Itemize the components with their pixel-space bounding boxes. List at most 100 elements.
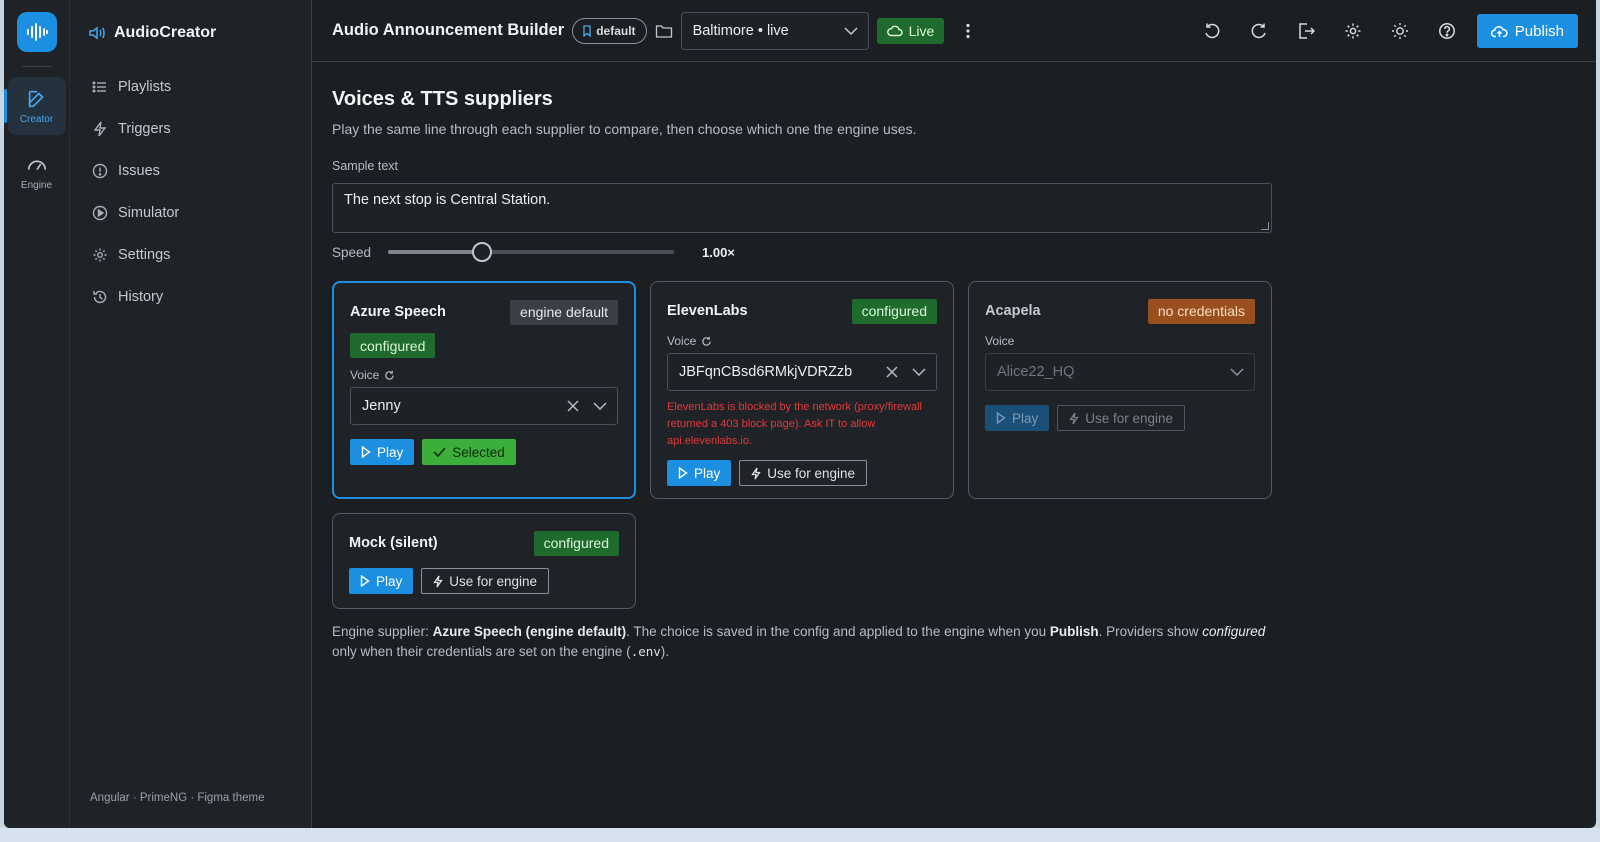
sample-text-value: The next stop is Central Station. <box>344 192 551 208</box>
speed-slider-fill <box>388 250 483 254</box>
export-icon[interactable] <box>1283 12 1330 50</box>
sidebar: AudioCreator Playlists Triggers Issues S… <box>70 0 312 828</box>
bolt-icon <box>433 575 444 588</box>
supplier-card-azure[interactable]: Azure Speech engine default configured V… <box>332 281 636 499</box>
rail-item-label: Engine <box>20 179 53 191</box>
voice-select[interactable]: Jenny <box>350 387 618 425</box>
note-text: . The choice is saved in the config and … <box>626 624 1050 639</box>
play-label: Play <box>694 465 721 481</box>
engine-default-badge: engine default <box>510 299 618 325</box>
speed-slider-thumb[interactable] <box>472 242 493 262</box>
voice-value: Jenny <box>362 398 401 414</box>
note-env-file: .env <box>630 644 661 659</box>
voice-label: Voice <box>350 368 380 382</box>
play-icon <box>678 467 688 479</box>
rail-item-creator[interactable]: Creator <box>4 77 66 135</box>
history-icon <box>92 289 108 305</box>
brand-name: AudioCreator <box>114 24 217 41</box>
supplier-card-elevenlabs[interactable]: ElevenLabs configured Voice JBFqnCBsd6RM… <box>650 281 954 499</box>
speed-slider[interactable] <box>388 242 674 262</box>
sidebar-footer: Angular · PrimeNG · Figma theme <box>90 792 265 804</box>
use-for-engine-button[interactable]: Use for engine <box>421 568 550 594</box>
play-label: Play <box>1012 410 1039 426</box>
sidebar-item-label: Settings <box>118 247 171 263</box>
more-vertical-icon[interactable] <box>960 23 976 39</box>
refresh-icon[interactable] <box>384 370 395 381</box>
chevron-down-icon[interactable] <box>593 402 607 410</box>
sidebar-item-issues[interactable]: Issues <box>70 150 311 192</box>
play-label: Play <box>377 444 404 460</box>
use-for-engine-button[interactable]: Use for engine <box>739 460 868 486</box>
use-for-engine-button: Use for engine <box>1057 405 1186 431</box>
voice-label: Voice <box>985 334 1015 348</box>
cloud-icon <box>886 25 903 37</box>
theme-sun-icon[interactable] <box>1377 12 1424 50</box>
sidebar-item-triggers[interactable]: Triggers <box>70 108 311 150</box>
gauge-icon <box>26 154 48 176</box>
help-icon[interactable] <box>1424 12 1471 50</box>
note-text: ). <box>660 644 670 659</box>
sidebar-item-label: Simulator <box>118 205 180 221</box>
voice-value: Alice22_HQ <box>997 364 1075 380</box>
selected-label: Selected <box>452 444 505 460</box>
resize-handle-icon[interactable] <box>1261 222 1269 230</box>
play-icon <box>360 575 370 587</box>
content: Voices & TTS suppliers Play the same lin… <box>312 62 1596 828</box>
note-engine-name: Azure Speech (engine default) <box>432 624 627 639</box>
branch-pill[interactable]: default <box>572 17 647 44</box>
refresh-icon[interactable] <box>701 336 712 347</box>
play-icon <box>996 412 1006 424</box>
speed-control: Speed 1.00× <box>332 242 1596 262</box>
environment-select[interactable]: Baltimore • live <box>680 11 869 50</box>
play-button[interactable]: Play <box>349 568 414 594</box>
note-text: . Providers show <box>1098 624 1203 639</box>
play-button[interactable]: Play <box>350 439 415 465</box>
cloud-upload-icon <box>1490 25 1508 38</box>
sidebar-item-settings[interactable]: Settings <box>70 234 311 276</box>
redo-icon[interactable] <box>1236 12 1283 50</box>
voice-value: JBFqnCBsd6RMkjVDRZzb <box>679 364 853 380</box>
publish-button[interactable]: Publish <box>1476 14 1578 48</box>
chevron-down-icon <box>1230 368 1244 376</box>
play-button[interactable]: Play <box>667 460 732 486</box>
main-area: Audio Announcement Builder default Balti… <box>312 0 1596 828</box>
settings-icon[interactable] <box>1330 12 1377 50</box>
publish-label: Publish <box>1514 22 1564 40</box>
supplier-name: Mock (silent) <box>349 535 438 551</box>
speed-value: 1.00× <box>702 244 735 260</box>
folder-icon[interactable] <box>655 23 673 39</box>
sidebar-item-history[interactable]: History <box>70 276 311 318</box>
rail-item-label: Creator <box>19 113 54 125</box>
alert-circle-icon <box>92 163 108 179</box>
engine-supplier-note: Engine supplier: Azure Speech (engine de… <box>332 622 1292 662</box>
bolt-icon <box>1069 412 1080 425</box>
voice-select: Alice22_HQ <box>985 353 1255 391</box>
undo-icon[interactable] <box>1189 12 1236 50</box>
sample-text-label: Sample text <box>332 159 399 173</box>
play-button: Play <box>985 405 1050 431</box>
clear-icon[interactable] <box>567 400 579 412</box>
chevron-down-icon[interactable] <box>912 368 926 376</box>
clear-icon[interactable] <box>886 366 898 378</box>
rail-item-engine[interactable]: Engine <box>8 143 66 201</box>
note-text: Engine supplier: <box>332 624 433 639</box>
branch-pill-label: default <box>596 23 636 38</box>
os-taskbar <box>0 828 1600 842</box>
sidebar-item-label: Issues <box>118 163 160 179</box>
voice-select[interactable]: JBFqnCBsd6RMkjVDRZzb <box>667 353 937 391</box>
sidebar-item-playlists[interactable]: Playlists <box>70 66 311 108</box>
icon-rail: Creator Engine <box>4 0 70 828</box>
bolt-icon <box>92 121 108 137</box>
status-badge: configured <box>350 333 436 358</box>
note-publish: Publish <box>1049 624 1099 639</box>
live-status-button[interactable]: Live <box>876 17 945 44</box>
selected-button[interactable]: Selected <box>422 439 516 465</box>
play-label: Play <box>376 573 403 589</box>
supplier-name: ElevenLabs <box>667 303 748 319</box>
supplier-card-mock[interactable]: Mock (silent) configured Play Use for en… <box>332 513 636 609</box>
app-logo-icon[interactable] <box>16 12 57 52</box>
edit-icon <box>26 88 48 110</box>
sidebar-item-simulator[interactable]: Simulator <box>70 192 311 234</box>
sample-text-input[interactable]: The next stop is Central Station. <box>332 183 1272 233</box>
supplier-card-acapela[interactable]: Acapela no credentials Voice Alice22_HQ … <box>968 281 1272 499</box>
